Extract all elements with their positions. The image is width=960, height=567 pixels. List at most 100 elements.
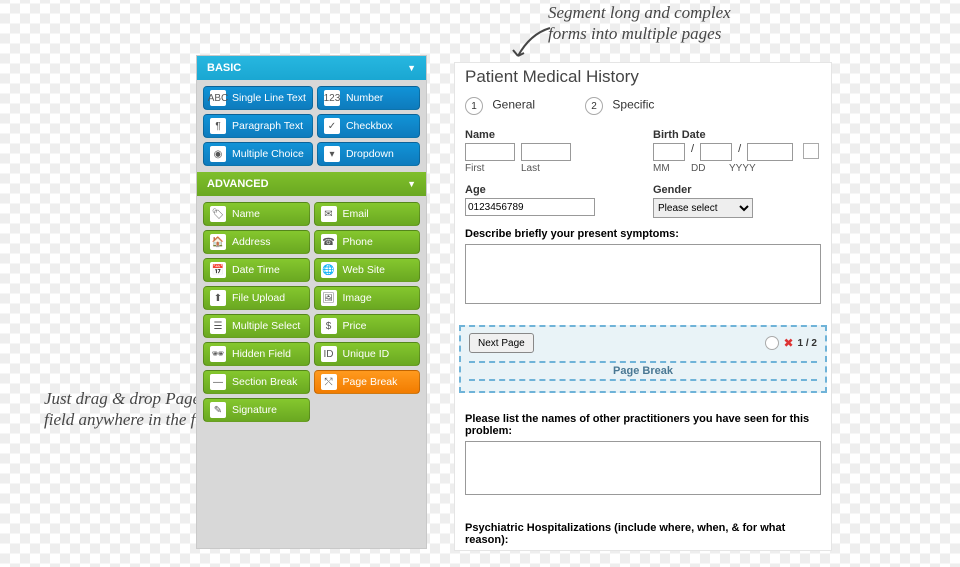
step-number: 2 [585, 97, 603, 115]
delete-icon[interactable]: ✖ [783, 336, 793, 350]
calendar-icon[interactable] [803, 143, 819, 159]
field-label: Hidden Field [232, 348, 291, 360]
first-sublabel: First [465, 163, 515, 174]
field-date-time[interactable]: 📅 Date Time [203, 258, 310, 282]
field-label: Signature [232, 404, 277, 416]
field-label: Single Line Text [232, 92, 306, 104]
price-icon: $ [321, 318, 337, 334]
date-time-icon: 📅 [210, 262, 226, 278]
field-image[interactable]: 🖼Image [314, 286, 421, 310]
field-label: Address [232, 236, 271, 248]
field-label: Date Time [232, 264, 280, 276]
field-file-upload[interactable]: ⬆ File Upload [203, 286, 310, 310]
basic-title: BASIC [207, 62, 241, 74]
name-icon: 🏷 [210, 206, 226, 222]
paragraph-text-icon: ¶ [210, 118, 226, 134]
field-name[interactable]: 🏷 Name [203, 202, 310, 226]
birth-yyyy-input[interactable] [747, 143, 793, 161]
field-price[interactable]: $ Price [314, 314, 421, 338]
advanced-panel-header[interactable]: ADVANCED ▼ [197, 172, 426, 196]
field-hidden-field[interactable]: 🕶 Hidden Field [203, 342, 310, 366]
field-label: Checkbox [346, 120, 393, 132]
annotation-top: Segment long and complexforms into multi… [548, 2, 731, 45]
psych-question: Psychiatric Hospitalizations (include wh… [465, 522, 821, 546]
advanced-title: ADVANCED [207, 178, 269, 190]
field-page-break[interactable]: ⤲ Page Break [314, 370, 421, 394]
number-icon: 123 [324, 90, 340, 106]
single-line-text-icon: ABC [210, 90, 226, 106]
field-label: Unique ID [343, 348, 390, 360]
chevron-down-icon: ▼ [407, 63, 416, 73]
name-label: Name [465, 129, 633, 141]
last-name-input[interactable] [521, 143, 571, 161]
field-unique-id[interactable]: IDUnique ID [314, 342, 421, 366]
phone-icon: ☎ [321, 234, 337, 250]
hidden-field-icon: 🕶 [210, 346, 226, 362]
signature-icon: ✎ [210, 402, 226, 418]
section-break-icon: — [210, 374, 226, 390]
field-label: File Upload [232, 292, 285, 304]
web-site-icon: 🌐 [321, 262, 337, 278]
field-label: Phone [343, 236, 373, 248]
field-label: Price [343, 320, 367, 332]
page-break-field[interactable]: Next Page ✖ 1 / 2 Page Break [459, 325, 827, 393]
symptoms-textarea[interactable] [465, 244, 821, 304]
basic-field-grid: ABC Single Line Text 123 Number ¶ Paragraph T… [197, 80, 426, 172]
first-name-input[interactable] [465, 143, 515, 161]
field-email[interactable]: ✉ Email [314, 202, 421, 226]
field-dropdown[interactable]: ▾ Dropdown [317, 142, 420, 166]
age-input[interactable] [465, 198, 595, 216]
advanced-field-grid: 🏷 Name ✉ Email 🏠Address ☎ Phone 📅 Date Time 🌐 Web … [197, 196, 426, 428]
field-paragraph-text[interactable]: ¶ Paragraph Text [203, 114, 313, 138]
dropdown-icon: ▾ [324, 146, 340, 162]
field-label: Dropdown [346, 148, 394, 160]
page-counter: 1 / 2 [798, 338, 817, 349]
checkbox-icon: ✓ [324, 118, 340, 134]
basic-panel-header[interactable]: BASIC ▼ [197, 56, 426, 80]
field-signature[interactable]: ✎ Signature [203, 398, 310, 422]
chevron-down-icon: ▼ [407, 179, 416, 189]
field-single-line-text[interactable]: ABC Single Line Text [203, 86, 313, 110]
field-label: Section Break [232, 376, 297, 388]
field-phone[interactable]: ☎ Phone [314, 230, 421, 254]
next-page-button[interactable]: Next Page [469, 333, 534, 353]
form-title: Patient Medical History [455, 63, 831, 97]
file-upload-icon: ⬆ [210, 290, 226, 306]
page-break-icon: ⤲ [321, 374, 337, 390]
multiple-choice-icon: ◉ [210, 146, 226, 162]
field-label: Image [343, 292, 372, 304]
step-label: General [492, 98, 535, 112]
birth-mm-input[interactable] [653, 143, 685, 161]
symptoms-label: Describe briefly your present symptoms: [465, 228, 821, 240]
field-multiple-choice[interactable]: ◉Multiple Choice [203, 142, 313, 166]
email-icon: ✉ [321, 206, 337, 222]
field-label: Web Site [343, 264, 385, 276]
mm-sublabel: MM [653, 163, 685, 174]
field-checkbox[interactable]: ✓ Checkbox [317, 114, 420, 138]
field-section-break[interactable]: — Section Break [203, 370, 310, 394]
field-web-site[interactable]: 🌐 Web Site [314, 258, 421, 282]
practitioners-textarea[interactable] [465, 441, 821, 495]
practitioners-question: Please list the names of other practitio… [465, 413, 821, 437]
age-label: Age [465, 184, 633, 196]
birth-field: Birth Date / / MM DD YYYY [653, 129, 821, 174]
multiple-select-icon: ☰ [210, 318, 226, 334]
gender-label: Gender [653, 184, 821, 196]
step-general[interactable]: 1 General [465, 97, 535, 115]
arrow-top [510, 22, 556, 62]
age-field: Age [465, 184, 633, 218]
form-steps: 1 General 2 Specific [455, 97, 831, 123]
field-label: Number [346, 92, 383, 104]
field-address[interactable]: 🏠Address [203, 230, 310, 254]
duplicate-icon[interactable] [765, 336, 779, 350]
field-label: Page Break [343, 376, 398, 388]
field-multiple-select[interactable]: ☰Multiple Select [203, 314, 310, 338]
step-specific[interactable]: 2 Specific [585, 97, 654, 115]
field-label: Paragraph Text [232, 120, 303, 132]
birth-dd-input[interactable] [700, 143, 732, 161]
field-label: Email [343, 208, 369, 220]
gender-select[interactable]: Please select [653, 198, 753, 218]
field-number[interactable]: 123 Number [317, 86, 420, 110]
field-label: Name [232, 208, 260, 220]
gender-field: Gender Please select [653, 184, 821, 218]
